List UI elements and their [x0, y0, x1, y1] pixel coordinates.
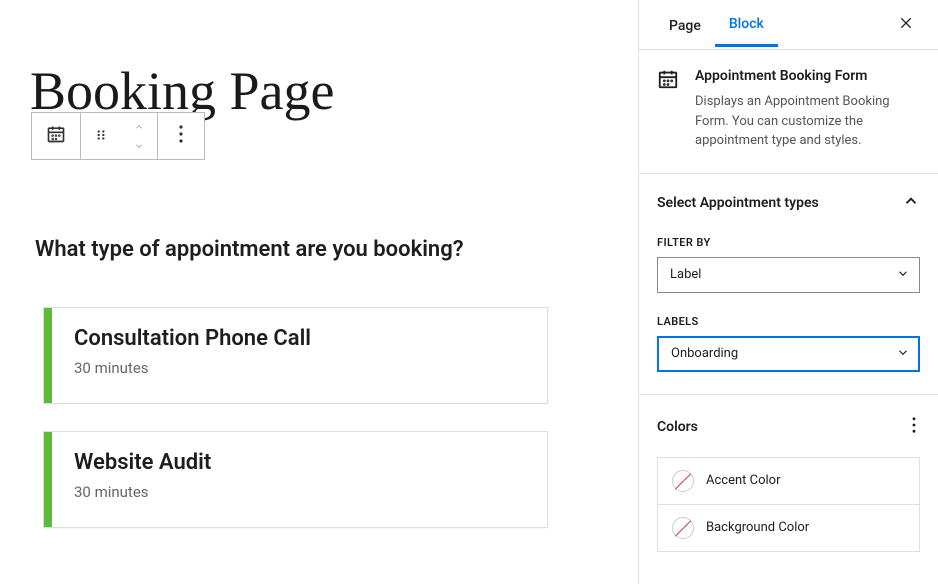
appointment-card[interactable]: Consultation Phone Call 30 minutes: [43, 307, 548, 404]
section-title: Select Appointment types: [657, 195, 819, 211]
block-type-button[interactable]: [32, 113, 80, 159]
block-info-section: Appointment Booking Form Displays an App…: [639, 50, 938, 174]
colors-header: Colors: [657, 413, 920, 441]
filter-by-value: Label: [670, 267, 701, 282]
settings-sidebar: Page Block Appointment Booking Form Disp…: [638, 0, 938, 584]
tab-block[interactable]: Block: [715, 2, 778, 47]
background-color-row[interactable]: Background Color: [658, 504, 919, 551]
colors-section: Colors Accent Color Background Color: [639, 395, 938, 574]
chevron-up-icon: [131, 117, 147, 136]
appointment-title: Website Audit: [74, 450, 211, 475]
filter-by-label: FILTER BY: [657, 236, 920, 249]
appointment-types-section: Select Appointment types FILTER BY Label…: [639, 174, 938, 395]
accent-color-row[interactable]: Accent Color: [658, 458, 919, 504]
block-description: Displays an Appointment Booking Form. Yo…: [695, 92, 920, 151]
colors-list: Accent Color Background Color: [657, 457, 920, 552]
kebab-icon: [912, 418, 916, 437]
appointment-duration: 30 minutes: [74, 359, 311, 377]
chevron-up-icon: [902, 192, 920, 214]
colors-options-button[interactable]: [908, 413, 920, 441]
filter-by-select[interactable]: Label: [657, 257, 920, 293]
labels-label: LABELS: [657, 315, 920, 328]
section-title: Colors: [657, 419, 698, 435]
color-label: Background Color: [706, 520, 809, 535]
appointment-card-body: Website Audit 30 minutes: [52, 432, 233, 527]
accent-bar: [44, 308, 52, 403]
calendar-icon: [657, 68, 681, 151]
sidebar-tabs: Page Block: [639, 0, 938, 50]
block-toolbar: [31, 112, 205, 160]
close-sidebar-button[interactable]: [890, 7, 922, 43]
appointment-duration: 30 minutes: [74, 483, 211, 501]
more-options-button[interactable]: [158, 113, 204, 159]
calendar-icon: [46, 124, 66, 148]
close-icon: [898, 16, 914, 35]
appointment-title: Consultation Phone Call: [74, 326, 311, 351]
labels-value: Onboarding: [671, 346, 738, 361]
appointment-card[interactable]: Website Audit 30 minutes: [43, 431, 548, 528]
move-up-down[interactable]: [121, 113, 157, 159]
tab-page[interactable]: Page: [655, 4, 715, 46]
color-label: Accent Color: [706, 473, 781, 488]
editor-canvas: Booking Page What ty: [0, 0, 638, 584]
empty-swatch-icon: [672, 517, 694, 539]
accent-bar: [44, 432, 52, 527]
labels-select[interactable]: Onboarding: [657, 336, 920, 372]
kebab-icon: [179, 125, 183, 147]
booking-block[interactable]: What type of appointment are you booking…: [35, 237, 618, 528]
empty-swatch-icon: [672, 470, 694, 492]
drag-handle[interactable]: [81, 113, 121, 159]
appointment-card-body: Consultation Phone Call 30 minutes: [52, 308, 333, 403]
drag-icon: [94, 127, 108, 146]
block-title: Appointment Booking Form: [695, 68, 920, 84]
appointment-types-toggle[interactable]: Select Appointment types: [657, 192, 920, 214]
chevron-down-icon: [131, 136, 147, 155]
booking-question: What type of appointment are you booking…: [35, 237, 618, 262]
